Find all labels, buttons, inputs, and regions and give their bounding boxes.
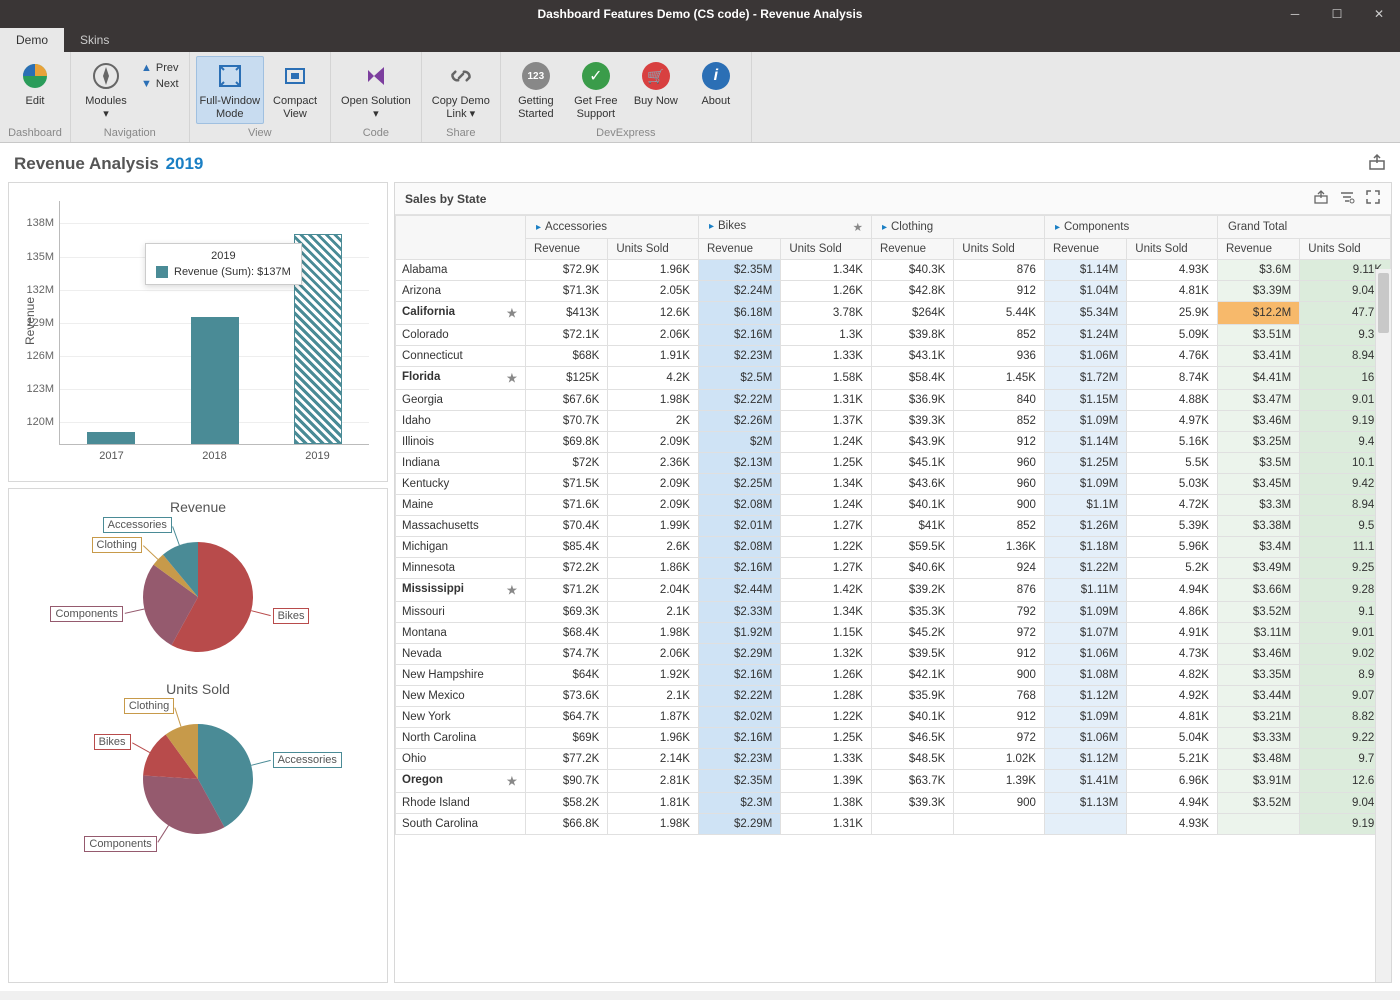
group-share: Share — [428, 124, 494, 140]
support-icon: ✓ — [580, 60, 612, 92]
vs-icon — [360, 60, 392, 92]
table-row[interactable]: Mississippi★ $71.2K2.04K $2.44M1.42K $39… — [396, 579, 1391, 602]
ribbon-tabs: Demo Skins — [0, 28, 1400, 52]
revenue-pies: Revenue BikesComponentsClothingAccessori… — [8, 488, 388, 983]
copy-demo-link-button[interactable]: Copy Demo Link ▾ — [428, 56, 494, 124]
close-button[interactable]: ✕ — [1358, 0, 1400, 28]
compass-icon — [90, 60, 122, 92]
table-row[interactable]: Nevada $74.7K2.06K $2.29M1.32K $39.5K912… — [396, 644, 1391, 665]
next-button[interactable]: ▼Next — [141, 78, 179, 90]
pie-edit-icon — [19, 60, 51, 92]
get-free-support-button[interactable]: ✓ Get Free Support — [567, 56, 625, 124]
tab-demo[interactable]: Demo — [0, 28, 64, 52]
grid-scrollbar[interactable] — [1375, 269, 1391, 982]
pie-label-bikes: Bikes — [94, 734, 131, 750]
table-row[interactable]: Idaho $70.7K2K $2.26M1.37K $39.3K852 $1.… — [396, 411, 1391, 432]
pie-label-clothing: Clothing — [124, 698, 174, 714]
open-solution-button[interactable]: Open Solution▾ — [337, 56, 415, 124]
sales-by-state-grid: Sales by State ▸Accessories▸Bikes★▸Cloth… — [394, 182, 1392, 983]
table-row[interactable]: Massachusetts $70.4K1.99K $2.01M1.27K $4… — [396, 516, 1391, 537]
table-row[interactable]: Georgia $67.6K1.98K $2.22M1.31K $36.9K84… — [396, 390, 1391, 411]
table-row[interactable]: Alabama $72.9K1.96K $2.35M1.34K $40.3K87… — [396, 260, 1391, 281]
table-row[interactable]: New Hampshire $64K1.92K $2.16M1.26K $42.… — [396, 665, 1391, 686]
123-icon: 123 — [520, 60, 552, 92]
grid-filter-icon[interactable] — [1339, 189, 1355, 208]
group-devexpress: DevExpress — [507, 124, 745, 140]
prev-button[interactable]: ▲Prev — [141, 62, 179, 74]
buy-now-button[interactable]: 🛒 Buy Now — [627, 56, 685, 112]
window-title: Dashboard Features Demo (CS code) - Reve… — [538, 7, 863, 21]
table-row[interactable]: Ohio $77.2K2.14K $2.23M1.33K $48.5K1.02K… — [396, 749, 1391, 770]
col-group-bikes[interactable]: ▸Bikes★ — [698, 216, 871, 239]
table-row[interactable]: Illinois $69.8K2.09K $2M1.24K $43.9K912 … — [396, 432, 1391, 453]
tab-skins[interactable]: Skins — [64, 28, 125, 52]
table-row[interactable]: North Carolina $69K1.96K $2.16M1.25K $46… — [396, 728, 1391, 749]
col-group-grand-total[interactable]: Grand Total — [1217, 216, 1390, 239]
pie-label-clothing: Clothing — [92, 537, 142, 553]
ribbon: Edit Dashboard Modules▾ ▲Prev ▼Next Navi… — [0, 52, 1400, 143]
modules-button[interactable]: Modules▾ — [77, 56, 135, 124]
table-row[interactable]: New York $64.7K1.87K $2.02M1.22K $40.1K9… — [396, 707, 1391, 728]
table-row[interactable]: Missouri $69.3K2.1K $2.33M1.34K $35.3K79… — [396, 602, 1391, 623]
table-row[interactable]: Florida★ $125K4.2K $2.5M1.58K $58.4K1.45… — [396, 367, 1391, 390]
export-icon[interactable] — [1368, 153, 1386, 174]
table-row[interactable]: California★ $413K12.6K $6.18M3.78K $264K… — [396, 302, 1391, 325]
grid-export-icon[interactable] — [1313, 189, 1329, 208]
bar-tooltip: 2019 Revenue (Sum): $137M — [145, 243, 302, 285]
table-row[interactable]: Maine $71.6K2.09K $2.08M1.24K $40.1K900 … — [396, 495, 1391, 516]
pie-label-components: Components — [84, 836, 156, 852]
table-row[interactable]: Colorado $72.1K2.06K $2.16M1.3K $39.8K85… — [396, 325, 1391, 346]
compact-view-button[interactable]: Compact View — [266, 56, 324, 124]
col-group-clothing[interactable]: ▸Clothing — [871, 216, 1044, 239]
pie-label-bikes: Bikes — [273, 608, 310, 624]
pie-label-accessories: Accessories — [273, 752, 342, 768]
col-group-accessories[interactable]: ▸Accessories — [526, 216, 699, 239]
info-icon: i — [700, 60, 732, 92]
table-row[interactable]: South Carolina $66.8K1.98K $2.29M1.31K 4… — [396, 814, 1391, 835]
table-row[interactable]: Michigan $85.4K2.6K $2.08M1.22K $59.5K1.… — [396, 537, 1391, 558]
pie-label-components: Components — [50, 606, 122, 622]
page-year: 2019 — [166, 154, 204, 173]
bar-2017[interactable] — [87, 432, 135, 444]
link-icon — [445, 60, 477, 92]
full-window-mode-button[interactable]: Full-Window Mode — [196, 56, 265, 124]
about-button[interactable]: i About — [687, 56, 745, 112]
col-group-components[interactable]: ▸Components — [1044, 216, 1217, 239]
table-row[interactable]: Connecticut $68K1.91K $2.23M1.33K $43.1K… — [396, 346, 1391, 367]
group-view: View — [196, 124, 325, 140]
table-row[interactable]: Rhode Island $58.2K1.81K $2.3M1.38K $39.… — [396, 793, 1391, 814]
getting-started-button[interactable]: 123 Getting Started — [507, 56, 565, 124]
table-row[interactable]: New Mexico $73.6K2.1K $2.22M1.28K $35.9K… — [396, 686, 1391, 707]
table-row[interactable]: Oregon★ $90.7K2.81K $2.35M1.39K $63.7K1.… — [396, 770, 1391, 793]
page-title: Revenue Analysis — [14, 154, 159, 173]
bar-2018[interactable] — [191, 317, 239, 444]
table-row[interactable]: Minnesota $72.2K1.86K $2.16M1.27K $40.6K… — [396, 558, 1391, 579]
cart-icon: 🛒 — [640, 60, 672, 92]
maximize-button[interactable]: ☐ — [1316, 0, 1358, 28]
group-code: Code — [337, 124, 415, 140]
table-row[interactable]: Indiana $72K2.36K $2.13M1.25K $45.1K960 … — [396, 453, 1391, 474]
edit-button[interactable]: Edit — [6, 56, 64, 112]
fullscreen-icon — [214, 60, 246, 92]
table-row[interactable]: Kentucky $71.5K2.09K $2.25M1.34K $43.6K9… — [396, 474, 1391, 495]
grid-title: Sales by State — [405, 192, 486, 206]
group-dashboard: Dashboard — [6, 124, 64, 140]
grid-maximize-icon[interactable] — [1365, 189, 1381, 208]
table-row[interactable]: Arizona $71.3K2.05K $2.24M1.26K $42.8K91… — [396, 281, 1391, 302]
minimize-button[interactable]: ─ — [1274, 0, 1316, 28]
revenue-bar-chart: Revenue 120M123M126M129M132M135M138M2017… — [8, 182, 388, 482]
titlebar: Dashboard Features Demo (CS code) - Reve… — [0, 0, 1400, 28]
table-row[interactable]: Montana $68.4K1.98K $1.92M1.15K $45.2K97… — [396, 623, 1391, 644]
group-navigation: Navigation — [77, 124, 183, 140]
compact-icon — [279, 60, 311, 92]
pie-label-accessories: Accessories — [103, 517, 172, 533]
